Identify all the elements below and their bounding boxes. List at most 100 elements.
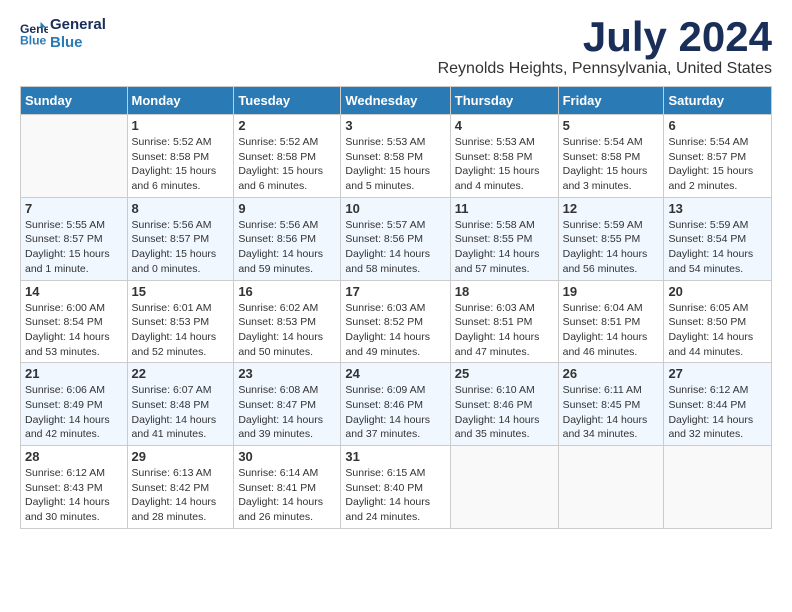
day-cell: 14 Sunrise: 6:00 AMSunset: 8:54 PMDayligh…	[21, 280, 128, 363]
day-cell: 20 Sunrise: 6:05 AMSunset: 8:50 PMDayligh…	[664, 280, 772, 363]
day-cell: 17 Sunrise: 6:03 AMSunset: 8:52 PMDayligh…	[341, 280, 450, 363]
day-cell: 16 Sunrise: 6:02 AMSunset: 8:53 PMDayligh…	[234, 280, 341, 363]
day-number: 25	[455, 366, 554, 381]
day-info: Sunrise: 6:00 AMSunset: 8:54 PMDaylight:…	[25, 301, 123, 360]
day-cell: 10Sunrise: 5:57 AMSunset: 8:56 PMDayligh…	[341, 197, 450, 280]
logo-blue: Blue	[50, 34, 106, 52]
day-info: Sunrise: 6:05 AMSunset: 8:50 PMDaylight:…	[668, 301, 767, 360]
day-info: Sunrise: 6:07 AMSunset: 8:48 PMDaylight:…	[132, 383, 230, 442]
day-number: 1	[132, 118, 230, 133]
day-cell: 9 Sunrise: 5:56 AMSunset: 8:56 PMDaylight…	[234, 197, 341, 280]
week-row-5: 28 Sunrise: 6:12 AMSunset: 8:43 PMDayligh…	[21, 446, 772, 529]
day-number: 24	[345, 366, 445, 381]
day-cell: 28 Sunrise: 6:12 AMSunset: 8:43 PMDayligh…	[21, 446, 128, 529]
day-info: Sunrise: 6:15 AMSunset: 8:40 PMDaylight:…	[345, 466, 445, 525]
day-info: Sunrise: 6:06 AMSunset: 8:49 PMDaylight:…	[25, 383, 123, 442]
day-info: Sunrise: 6:12 AMSunset: 8:43 PMDaylight:…	[25, 466, 123, 525]
day-cell: 1 Sunrise: 5:52 AMSunset: 8:58 PMDaylight…	[127, 115, 234, 198]
header-cell-thursday: Thursday	[450, 87, 558, 115]
day-number: 12	[563, 201, 660, 216]
day-info: Sunrise: 5:52 AMSunset: 8:58 PMDaylight:…	[132, 135, 230, 194]
day-info: Sunrise: 5:59 AMSunset: 8:54 PMDaylight:…	[668, 218, 767, 277]
day-cell: 12 Sunrise: 5:59 AMSunset: 8:55 PMDayligh…	[558, 197, 664, 280]
header-cell-wednesday: Wednesday	[341, 87, 450, 115]
day-info: Sunrise: 5:52 AMSunset: 8:58 PMDaylight:…	[238, 135, 336, 194]
day-info: Sunrise: 6:09 AMSunset: 8:46 PMDaylight:…	[345, 383, 445, 442]
day-info: Sunrise: 6:02 AMSunset: 8:53 PMDaylight:…	[238, 301, 336, 360]
day-cell: 27Sunrise: 6:12 AMSunset: 8:44 PMDayligh…	[664, 363, 772, 446]
location-title: Reynolds Heights, Pennsylvania, United S…	[438, 60, 772, 78]
day-info: Sunrise: 6:03 AMSunset: 8:52 PMDaylight:…	[345, 301, 445, 360]
day-cell	[450, 446, 558, 529]
logo-general: General	[50, 16, 106, 34]
day-cell: 25 Sunrise: 6:10 AMSunset: 8:46 PMDayligh…	[450, 363, 558, 446]
day-number: 3	[345, 118, 445, 133]
day-number: 2	[238, 118, 336, 133]
day-cell: 11Sunrise: 5:58 AMSunset: 8:55 PMDayligh…	[450, 197, 558, 280]
day-info: Sunrise: 6:04 AMSunset: 8:51 PMDaylight:…	[563, 301, 660, 360]
day-info: Sunrise: 5:59 AMSunset: 8:55 PMDaylight:…	[563, 218, 660, 277]
day-info: Sunrise: 6:08 AMSunset: 8:47 PMDaylight:…	[238, 383, 336, 442]
day-info: Sunrise: 5:53 AMSunset: 8:58 PMDaylight:…	[455, 135, 554, 194]
day-number: 6	[668, 118, 767, 133]
day-cell: 2 Sunrise: 5:52 AMSunset: 8:58 PMDaylight…	[234, 115, 341, 198]
day-info: Sunrise: 5:53 AMSunset: 8:58 PMDaylight:…	[345, 135, 445, 194]
day-info: Sunrise: 5:55 AMSunset: 8:57 PMDaylight:…	[25, 218, 123, 277]
day-cell: 18Sunrise: 6:03 AMSunset: 8:51 PMDayligh…	[450, 280, 558, 363]
svg-text:Blue: Blue	[20, 33, 47, 47]
day-cell: 8 Sunrise: 5:56 AMSunset: 8:57 PMDaylight…	[127, 197, 234, 280]
day-info: Sunrise: 5:56 AMSunset: 8:56 PMDaylight:…	[238, 218, 336, 277]
day-info: Sunrise: 5:58 AMSunset: 8:55 PMDaylight:…	[455, 218, 554, 277]
day-cell: 22 Sunrise: 6:07 AMSunset: 8:48 PMDayligh…	[127, 363, 234, 446]
month-title: July 2024	[438, 16, 772, 58]
header-cell-saturday: Saturday	[664, 87, 772, 115]
day-cell: 19 Sunrise: 6:04 AMSunset: 8:51 PMDayligh…	[558, 280, 664, 363]
day-info: Sunrise: 5:56 AMSunset: 8:57 PMDaylight:…	[132, 218, 230, 277]
day-number: 13	[668, 201, 767, 216]
day-cell: 4 Sunrise: 5:53 AMSunset: 8:58 PMDaylight…	[450, 115, 558, 198]
day-number: 9	[238, 201, 336, 216]
day-cell	[558, 446, 664, 529]
header-cell-monday: Monday	[127, 87, 234, 115]
day-number: 16	[238, 284, 336, 299]
day-number: 26	[563, 366, 660, 381]
week-row-1: 1 Sunrise: 5:52 AMSunset: 8:58 PMDaylight…	[21, 115, 772, 198]
day-cell: 24 Sunrise: 6:09 AMSunset: 8:46 PMDayligh…	[341, 363, 450, 446]
day-number: 17	[345, 284, 445, 299]
day-number: 28	[25, 449, 123, 464]
header-cell-tuesday: Tuesday	[234, 87, 341, 115]
day-info: Sunrise: 6:13 AMSunset: 8:42 PMDaylight:…	[132, 466, 230, 525]
day-cell: 13 Sunrise: 5:59 AMSunset: 8:54 PMDayligh…	[664, 197, 772, 280]
day-number: 10	[345, 201, 445, 216]
day-number: 14	[25, 284, 123, 299]
day-cell: 6 Sunrise: 5:54 AMSunset: 8:57 PMDaylight…	[664, 115, 772, 198]
header: General Blue General Blue July 2024 Reyn…	[20, 16, 772, 78]
day-number: 23	[238, 366, 336, 381]
header-row: SundayMondayTuesdayWednesdayThursdayFrid…	[21, 87, 772, 115]
day-number: 21	[25, 366, 123, 381]
calendar-table: SundayMondayTuesdayWednesdayThursdayFrid…	[20, 86, 772, 529]
day-cell	[21, 115, 128, 198]
day-info: Sunrise: 5:54 AMSunset: 8:57 PMDaylight:…	[668, 135, 767, 194]
header-cell-sunday: Sunday	[21, 87, 128, 115]
day-cell: 21 Sunrise: 6:06 AMSunset: 8:49 PMDayligh…	[21, 363, 128, 446]
day-number: 29	[132, 449, 230, 464]
day-cell	[664, 446, 772, 529]
day-number: 8	[132, 201, 230, 216]
day-number: 22	[132, 366, 230, 381]
day-info: Sunrise: 6:03 AMSunset: 8:51 PMDaylight:…	[455, 301, 554, 360]
day-number: 19	[563, 284, 660, 299]
day-number: 20	[668, 284, 767, 299]
day-info: Sunrise: 6:10 AMSunset: 8:46 PMDaylight:…	[455, 383, 554, 442]
day-number: 4	[455, 118, 554, 133]
logo: General Blue General Blue	[20, 16, 106, 52]
day-number: 7	[25, 201, 123, 216]
week-row-3: 14 Sunrise: 6:00 AMSunset: 8:54 PMDayligh…	[21, 280, 772, 363]
day-info: Sunrise: 6:01 AMSunset: 8:53 PMDaylight:…	[132, 301, 230, 360]
day-info: Sunrise: 6:14 AMSunset: 8:41 PMDaylight:…	[238, 466, 336, 525]
day-info: Sunrise: 5:54 AMSunset: 8:58 PMDaylight:…	[563, 135, 660, 194]
week-row-2: 7 Sunrise: 5:55 AMSunset: 8:57 PMDaylight…	[21, 197, 772, 280]
day-cell: 26Sunrise: 6:11 AMSunset: 8:45 PMDayligh…	[558, 363, 664, 446]
day-number: 30	[238, 449, 336, 464]
day-cell: 29 Sunrise: 6:13 AMSunset: 8:42 PMDayligh…	[127, 446, 234, 529]
